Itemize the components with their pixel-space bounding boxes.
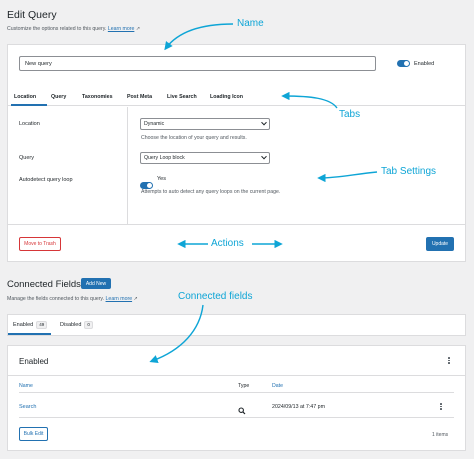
annotation-name: Name: [237, 18, 264, 29]
tabs-arrow: [281, 91, 338, 109]
annotation-tab-settings: Tab Settings: [381, 166, 437, 177]
annotation-actions: Actions: [211, 238, 244, 249]
tab-settings-arrow: [317, 171, 378, 183]
connected-fields-arrow: [149, 304, 204, 364]
annotation-arrows: [149, 23, 378, 364]
annotation-tabs: Tabs: [339, 109, 361, 120]
annotation-connected-fields: Connected fields: [178, 291, 253, 302]
name-arrow: [164, 23, 234, 51]
